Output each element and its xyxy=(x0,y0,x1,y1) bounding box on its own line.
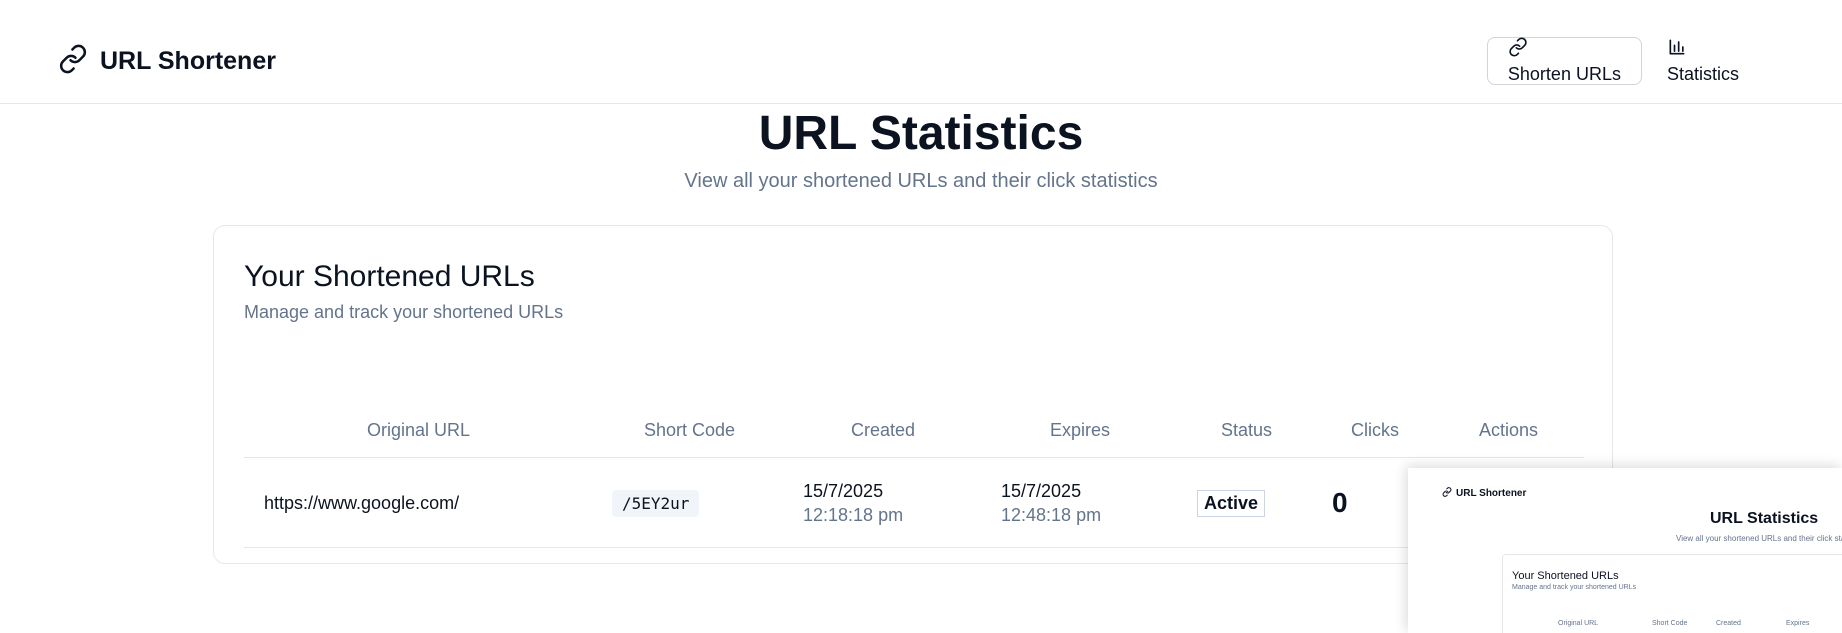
thumbnail-title: URL Statistics xyxy=(1710,510,1819,527)
nav-shorten-urls-button[interactable]: Shorten URLs xyxy=(1486,37,1642,85)
thumbnail-column-short-code: Short Code xyxy=(1652,620,1688,627)
column-created[interactable]: Created xyxy=(851,402,915,458)
nav-statistics-label: Statistics xyxy=(1666,64,1739,84)
click-count: 0 xyxy=(1332,487,1348,518)
bar-chart-icon xyxy=(1667,37,1687,62)
expires-date: 15/7/2025 xyxy=(1001,481,1082,501)
card-title: Your Shortened URLs xyxy=(244,260,535,293)
created-date: 15/7/2025 xyxy=(803,481,884,501)
table-header: Original URL Short Code Created Expires … xyxy=(244,402,1584,458)
column-expires[interactable]: Expires xyxy=(1050,402,1110,458)
thumbnail-brand-title: URL Shortener xyxy=(1456,488,1527,499)
table-row: https://www.google.com/ /5EY2ur 15/7/202… xyxy=(244,458,1584,548)
short-code[interactable]: /5EY2ur xyxy=(612,489,700,517)
expires-datetime: 15/7/2025 12:48:18 pm xyxy=(1001,479,1101,527)
thumbnail-card-description: Manage and track your shortened URLs xyxy=(1512,584,1637,591)
nav-shorten-urls-label: Shorten URLs xyxy=(1507,64,1621,84)
thumbnail-subtitle: View all your shortened URLs and their c… xyxy=(1676,534,1842,543)
link-icon xyxy=(1508,37,1528,62)
nav-statistics-button[interactable]: Statistics xyxy=(1655,37,1750,85)
thumbnail-column-original-url: Original URL xyxy=(1558,620,1599,627)
thumbnail-card-title: Your Shortened URLs xyxy=(1512,570,1619,582)
thumbnail-column-created: Created xyxy=(1716,620,1741,627)
brand-title: URL Shortener xyxy=(100,47,276,75)
column-actions: Actions xyxy=(1479,420,1539,440)
thumbnail-brand: URL Shortener xyxy=(1442,487,1526,500)
main-nav: Shorten URLs Statistics xyxy=(1486,37,1750,85)
column-original-url[interactable]: Original URL xyxy=(367,402,470,458)
link-icon xyxy=(1442,487,1452,500)
original-url-link[interactable]: https://www.google.com/ xyxy=(264,493,459,514)
top-navbar: URL Shortener Shorten URLs Statistics xyxy=(0,0,1842,104)
preview-thumbnail[interactable]: URL Shortener URL Statistics View all yo… xyxy=(1408,468,1842,633)
page-subtitle: View all your shortened URLs and their c… xyxy=(684,170,1158,192)
card-description: Manage and track your shortened URLs xyxy=(244,302,564,322)
page-title: URL Statistics xyxy=(758,107,1084,160)
column-short-code[interactable]: Short Code xyxy=(644,402,735,458)
created-datetime: 15/7/2025 12:18:18 pm xyxy=(803,479,903,527)
thumbnail-column-expires: Expires xyxy=(1786,620,1810,627)
urls-card: Your Shortened URLs Manage and track you… xyxy=(213,225,1613,564)
expires-time: 12:48:18 pm xyxy=(1001,505,1102,525)
brand[interactable]: URL Shortener xyxy=(58,44,276,79)
created-time: 12:18:18 pm xyxy=(803,505,904,525)
column-clicks[interactable]: Clicks xyxy=(1351,402,1399,458)
column-status[interactable]: Status xyxy=(1221,402,1272,458)
status-badge: Active xyxy=(1197,489,1266,517)
link-icon xyxy=(58,44,88,79)
